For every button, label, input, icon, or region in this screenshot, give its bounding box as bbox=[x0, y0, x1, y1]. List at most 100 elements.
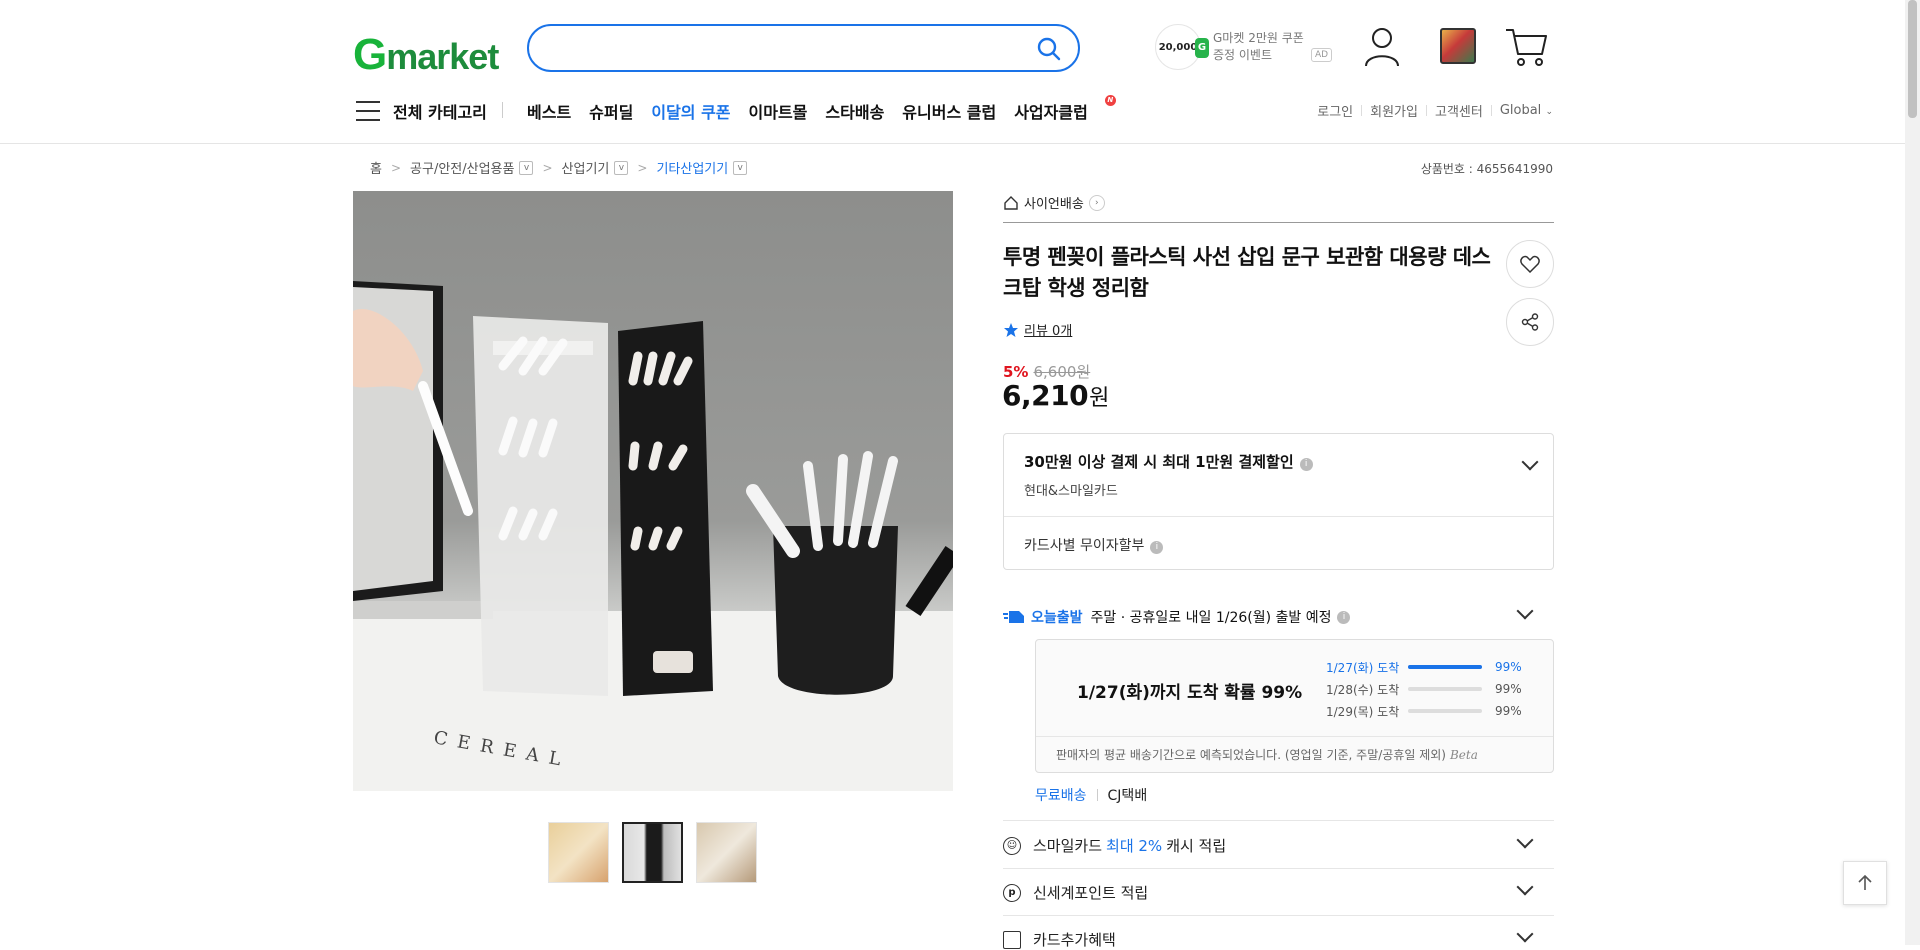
thumbnail-3[interactable] bbox=[696, 822, 757, 883]
coupon-promo-banner[interactable]: 20,000 G G마켓 2만원 쿠폰 증정 이벤트 AD bbox=[1155, 24, 1333, 72]
seller-link[interactable]: 사이언배송 › bbox=[1003, 193, 1105, 212]
arrival-row: 1/27(화) 도착 99% bbox=[1326, 660, 1522, 675]
shipping-text: 주말 · 공휴일로 내일 1/26(월) 출발 예정 bbox=[1090, 610, 1332, 626]
smilecard-benefit-row[interactable]: ☺ 스마일카드 최대 2% 캐시 적립 bbox=[1003, 835, 1226, 856]
star-icon bbox=[1004, 322, 1018, 337]
arrival-row: 1/29(목) 도착 99% bbox=[1326, 704, 1522, 719]
chevron-down-icon[interactable] bbox=[1516, 925, 1534, 943]
thumbnail-1[interactable] bbox=[548, 822, 609, 883]
shipping-row[interactable]: 오늘출발 주말 · 공휴일로 내일 1/26(월) 출발 예정 i bbox=[1003, 607, 1351, 627]
nav-monthly-coupon[interactable]: 이달의 쿠폰 bbox=[651, 99, 730, 123]
breadcrumb-industrial[interactable]: 산업기기 bbox=[562, 158, 610, 177]
scrollbar[interactable] bbox=[1905, 0, 1920, 945]
today-ship-brand: 오늘출발 bbox=[1031, 610, 1083, 626]
free-shipping-label: 무료배송 bbox=[1035, 788, 1087, 804]
smile-icon: ☺ bbox=[1003, 836, 1021, 855]
shinsegae-point-row[interactable]: p 신세계포인트 적립 bbox=[1003, 882, 1148, 903]
arrival-probability-box: 1/27(화)까지 도착 확률 99% 1/27(화) 도착 99% 1/28(… bbox=[1035, 639, 1554, 773]
breadcrumb-tools[interactable]: 공구/안전/산업용품 bbox=[410, 158, 514, 177]
chevron-down-icon: ⌄ bbox=[1545, 107, 1553, 117]
chevron-right-icon: › bbox=[1088, 194, 1105, 211]
product-photo: CEREAL bbox=[353, 281, 953, 791]
chevron-right-icon: > bbox=[390, 160, 402, 175]
chevron-down-icon[interactable] bbox=[1516, 831, 1534, 849]
info-icon[interactable]: i bbox=[1299, 458, 1313, 471]
thumbnail-list bbox=[548, 822, 770, 883]
new-badge: N bbox=[1104, 95, 1116, 106]
search-icon[interactable] bbox=[1036, 36, 1062, 62]
scroll-top-button[interactable] bbox=[1843, 861, 1887, 905]
probability-bar bbox=[1408, 665, 1482, 669]
nav-superdeal[interactable]: 슈퍼딜 bbox=[589, 99, 633, 123]
arrival-note: 판매자의 평균 배송기간으로 예측되었습니다. (영업일 기준, 주말/공휴일 … bbox=[1056, 748, 1478, 762]
chevron-right-icon: > bbox=[542, 160, 553, 175]
hamburger-icon bbox=[356, 101, 380, 121]
arrival-summary: 1/27(화)까지 도착 확률 99% bbox=[1077, 683, 1303, 703]
signup-link[interactable]: 회원가입 bbox=[1370, 101, 1418, 120]
home-icon bbox=[1004, 195, 1018, 210]
arrow-up-icon bbox=[1858, 874, 1872, 890]
card-extra-benefit-row[interactable]: 카드추가혜택 bbox=[1003, 929, 1116, 950]
breadcrumb-other-industrial[interactable]: 기타산업기기 bbox=[656, 158, 728, 177]
probability-fill bbox=[1408, 665, 1482, 669]
nav-emart[interactable]: 이마트몰 bbox=[749, 99, 808, 123]
probability-bar bbox=[1408, 687, 1482, 691]
search-input[interactable] bbox=[547, 28, 1027, 68]
heart-icon bbox=[1520, 255, 1540, 273]
all-categories-menu[interactable]: 전체 카테고리 bbox=[356, 99, 487, 123]
login-link[interactable]: 로그인 bbox=[1317, 101, 1353, 120]
breadcrumb-home[interactable]: 홈 bbox=[370, 158, 382, 177]
chevron-right-icon: > bbox=[637, 160, 648, 175]
card-discount-sub: 현대&스마일카드 bbox=[1024, 484, 1118, 499]
nav-business-club[interactable]: 사업자클럽 N bbox=[1014, 95, 1116, 123]
g-badge: G bbox=[1195, 38, 1209, 58]
info-icon[interactable]: i bbox=[1337, 610, 1351, 624]
nav-divider bbox=[502, 102, 503, 118]
logo-g: G bbox=[353, 30, 387, 79]
nav-best[interactable]: 베스트 bbox=[527, 99, 571, 123]
card-icon bbox=[1003, 930, 1021, 949]
recent-viewed-icon[interactable] bbox=[1440, 28, 1476, 64]
product-number: 상품번호 : 4655641990 bbox=[1420, 162, 1553, 176]
dropdown-icon[interactable]: v bbox=[733, 160, 748, 175]
product-main-image[interactable]: CEREAL bbox=[353, 191, 953, 791]
review-link[interactable]: 리뷰 0개 bbox=[1003, 320, 1072, 339]
cart-icon[interactable] bbox=[1504, 26, 1548, 68]
share-icon bbox=[1521, 313, 1539, 331]
sale-price: 6,210원 bbox=[1002, 379, 1109, 412]
nav-star-delivery[interactable]: 스타배송 bbox=[825, 99, 884, 123]
card-installment[interactable]: 카드사별 무이자할부 i bbox=[1024, 535, 1164, 555]
scrollbar-thumb[interactable] bbox=[1908, 0, 1917, 118]
dropdown-icon[interactable]: v bbox=[614, 160, 629, 175]
beta-label: Beta bbox=[1449, 748, 1478, 762]
global-link[interactable]: Global ⌄ bbox=[1500, 103, 1553, 118]
info-icon[interactable]: i bbox=[1150, 541, 1164, 554]
seller-divider bbox=[1003, 222, 1554, 223]
card-discount-box: 30만원 이상 결제 시 최대 1만원 결제할인 i 현대&스마일카드 카드사별 … bbox=[1003, 433, 1554, 570]
share-button[interactable] bbox=[1506, 298, 1554, 346]
wishlist-button[interactable] bbox=[1506, 240, 1554, 288]
header-divider bbox=[0, 143, 1905, 144]
thumbnail-2[interactable] bbox=[622, 822, 683, 883]
probability-bar bbox=[1408, 709, 1482, 713]
carrier-label: CJ택배 bbox=[1107, 788, 1148, 804]
user-icon[interactable] bbox=[1363, 26, 1401, 68]
breadcrumb: 홈 > 공구/안전/산업용품 v > 산업기기 v > 기타산업기기 v bbox=[370, 158, 748, 177]
customer-center-link[interactable]: 고객센터 bbox=[1435, 101, 1483, 120]
utility-links: 로그인 회원가입 고객센터 Global ⌄ bbox=[1317, 101, 1553, 120]
free-shipping-row: 무료배송 CJ택배 bbox=[1035, 785, 1147, 805]
chevron-down-icon[interactable] bbox=[1516, 602, 1534, 620]
point-icon: p bbox=[1003, 883, 1021, 902]
product-title: 투명 펜꽂이 플라스틱 사선 삽입 문구 보관함 대용량 데스크탑 학생 정리함 bbox=[1003, 245, 1491, 300]
nav-universe-club[interactable]: 유니버스 클럽 bbox=[902, 99, 996, 123]
dropdown-icon[interactable]: v bbox=[519, 160, 534, 175]
promo-text: G마켓 2만원 쿠폰 증정 이벤트 bbox=[1213, 31, 1304, 62]
main-nav: 베스트 슈퍼딜 이달의 쿠폰 이마트몰 스타배송 유니버스 클럽 사업자클럽 N bbox=[527, 95, 1124, 123]
chevron-down-icon[interactable] bbox=[1521, 453, 1539, 471]
gmarket-logo[interactable]: Gmarket bbox=[353, 30, 499, 80]
ad-badge: AD bbox=[1311, 48, 1333, 62]
card-discount-title: 30만원 이상 결제 시 최대 1만원 결제할인 i bbox=[1024, 451, 1313, 472]
chevron-down-icon[interactable] bbox=[1516, 878, 1534, 896]
arrival-probability-list: 1/27(화) 도착 99% 1/28(수) 도착 99% 1/29(목) 도착… bbox=[1326, 656, 1522, 722]
arrival-row: 1/28(수) 도착 99% bbox=[1326, 682, 1522, 697]
